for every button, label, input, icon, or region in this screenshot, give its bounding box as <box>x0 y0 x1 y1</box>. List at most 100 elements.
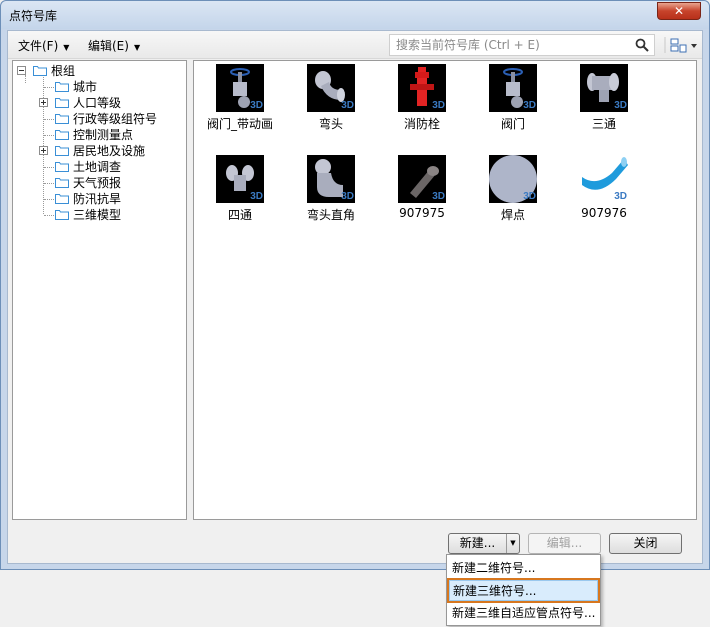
menu-item-new-3d-adaptive-pipe-point-symbol[interactable]: 新建三维自适应管点符号... <box>449 603 598 624</box>
view-mode-icon[interactable] <box>664 36 698 54</box>
symbol-library-window: 点符号库 ✕ 文件(F) ▼ 编辑(E) ▼ 搜索当前符号库 (Ctrl + E… <box>0 0 710 570</box>
search-input[interactable] <box>394 37 624 53</box>
badge-3d: 3D <box>250 100 263 111</box>
symbol-label: 三通 <box>591 117 616 131</box>
symbol-grid[interactable]: 3D 阀门_带动画 3D 弯头 3D 消防栓 3D 阀门 3D 三通 3D 四通… <box>193 60 697 520</box>
tree-item-city[interactable]: 城市 <box>39 79 179 95</box>
folder-icon <box>55 210 69 220</box>
search-icon[interactable] <box>635 38 649 52</box>
collapse-icon[interactable] <box>17 66 26 75</box>
badge-3d: 3D <box>341 191 354 202</box>
symbol-item[interactable]: 3D 三通 <box>564 64 644 144</box>
badge-3d: 3D <box>432 191 445 202</box>
chevron-down-icon: ▼ <box>63 43 70 52</box>
pipe-bend-icon: 3D <box>580 155 628 203</box>
tree-root-node[interactable]: 根组 <box>17 63 177 79</box>
pipe-icon: 3D <box>398 155 446 203</box>
valve-icon: 3D <box>489 64 537 112</box>
edit-menu-label: 编辑(E) <box>88 39 129 53</box>
symbol-label: 弯头直角 <box>306 208 355 222</box>
new-dropdown-menu: 新建二维符号... 新建三维符号... 新建三维自适应管点符号... <box>446 554 601 626</box>
valve-animated-icon: 3D <box>216 64 264 112</box>
edit-menu[interactable]: 编辑(E) ▼ <box>88 37 140 54</box>
toolbar: 文件(F) ▼ 编辑(E) ▼ <box>8 31 702 59</box>
title-bar[interactable]: 点符号库 ✕ <box>1 1 709 29</box>
symbol-item[interactable]: 3D 消防栓 <box>382 64 462 144</box>
symbol-label: 907975 <box>399 206 445 220</box>
symbol-item[interactable]: 3D 弯头 <box>291 64 371 144</box>
tree-item-admin[interactable]: 行政等级组符号 <box>39 111 184 127</box>
cross-icon: 3D <box>216 155 264 203</box>
symbol-label: 消防栓 <box>403 117 440 131</box>
expand-icon[interactable] <box>39 146 48 155</box>
symbol-label: 焊点 <box>500 208 525 222</box>
close-window-button[interactable]: ✕ <box>657 2 701 20</box>
tree-item-control-point[interactable]: 控制测量点 <box>39 127 179 143</box>
hydrant-icon: 3D <box>398 64 446 112</box>
window-title: 点符号库 <box>9 9 58 23</box>
menu-item-new-3d-symbol[interactable]: 新建三维符号... <box>447 578 600 603</box>
elbow-icon: 3D <box>307 64 355 112</box>
symbol-label: 907976 <box>581 206 627 220</box>
chevron-down-icon[interactable]: ▼ <box>507 534 519 553</box>
tree-item-label: 天气预报 <box>73 176 122 190</box>
tree-item-flood-control[interactable]: 防汛抗旱 <box>39 191 179 207</box>
folder-icon <box>55 162 69 172</box>
badge-3d: 3D <box>614 100 627 111</box>
search-box[interactable] <box>389 34 655 56</box>
group-tree[interactable]: 根组 城市 人口等级 行政等级组符号 控制测量点 居民地及设施 土地调查 天气预… <box>12 60 187 520</box>
badge-3d: 3D <box>523 191 536 202</box>
tree-root-label: 根组 <box>51 64 76 78</box>
tree-item-3d-model[interactable]: 三维模型 <box>39 207 179 223</box>
folder-icon <box>33 66 47 76</box>
symbol-label: 阀门_带动画 <box>206 117 273 131</box>
badge-3d: 3D <box>341 100 354 111</box>
tree-item-land-survey[interactable]: 土地调查 <box>39 159 179 175</box>
badge-3d: 3D <box>614 191 627 202</box>
folder-icon <box>55 114 69 124</box>
tree-item-label: 土地调查 <box>73 160 122 174</box>
new-split-button[interactable]: 新建... ▼ <box>448 533 520 554</box>
edit-button[interactable]: 编辑... <box>528 533 601 554</box>
symbol-label: 阀门 <box>500 117 525 131</box>
file-menu[interactable]: 文件(F) ▼ <box>18 37 69 54</box>
tree-item-label: 居民地及设施 <box>73 144 146 158</box>
tree-item-population[interactable]: 人口等级 <box>39 95 179 111</box>
weld-point-icon: 3D <box>489 155 537 203</box>
folder-icon <box>55 146 69 156</box>
symbol-item[interactable]: 3D 弯头直角 <box>291 155 371 235</box>
folder-icon <box>55 130 69 140</box>
new-button[interactable]: 新建... <box>449 534 507 553</box>
tee-icon: 3D <box>580 64 628 112</box>
badge-3d: 3D <box>523 100 536 111</box>
menu-item-new-2d-symbol[interactable]: 新建二维符号... <box>449 558 598 579</box>
expand-icon[interactable] <box>39 98 48 107</box>
symbol-item[interactable]: 3D 907975 <box>382 155 462 235</box>
symbol-item[interactable]: 3D 焊点 <box>473 155 553 235</box>
folder-icon <box>55 98 69 108</box>
folder-icon <box>55 82 69 92</box>
symbol-item[interactable]: 3D 907976 <box>564 155 644 235</box>
file-menu-label: 文件(F) <box>18 39 59 53</box>
symbol-item[interactable]: 3D 四通 <box>200 155 280 235</box>
symbol-item[interactable]: 3D 阀门 <box>473 64 553 144</box>
symbol-label: 弯头 <box>318 117 343 131</box>
dialog-client: 文件(F) ▼ 编辑(E) ▼ 搜索当前符号库 (Ctrl + E) 根组 城市… <box>7 30 703 564</box>
close-button[interactable]: 关闭 <box>609 533 682 554</box>
elbow-right-angle-icon: 3D <box>307 155 355 203</box>
tree-item-label: 防汛抗旱 <box>73 192 122 206</box>
badge-3d: 3D <box>250 191 263 202</box>
symbol-label: 四通 <box>227 208 252 222</box>
tree-item-weather[interactable]: 天气预报 <box>39 175 179 191</box>
tree-item-label: 三维模型 <box>73 208 122 222</box>
tree-item-label: 控制测量点 <box>73 128 134 142</box>
badge-3d: 3D <box>432 100 445 111</box>
tree-item-label: 城市 <box>73 80 98 94</box>
tree-item-residential[interactable]: 居民地及设施 <box>39 143 179 159</box>
chevron-down-icon: ▼ <box>133 43 141 52</box>
folder-icon <box>55 178 69 188</box>
tree-item-label: 行政等级组符号 <box>73 112 158 126</box>
folder-icon <box>55 194 69 204</box>
symbol-item[interactable]: 3D 阀门_带动画 <box>200 64 280 144</box>
tree-item-label: 人口等级 <box>73 96 122 110</box>
